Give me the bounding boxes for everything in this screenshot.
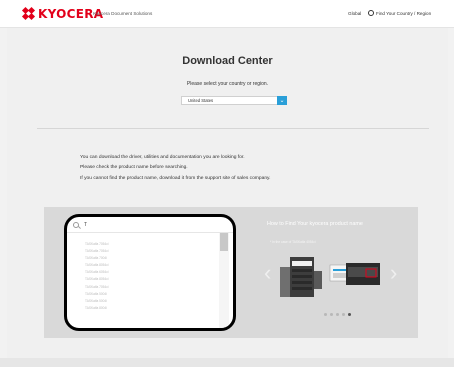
suggestion-list: TASKalfa 7054ci TASKalfa 7054ci TASKalfa… bbox=[85, 241, 225, 312]
download-center-main: Download Center Please select your count… bbox=[7, 28, 448, 358]
instructions: You can download the driver, utilities a… bbox=[80, 153, 270, 184]
country-select-value: United States bbox=[188, 98, 214, 103]
product-search-panel: T TASKalfa 7054ci TASKalfa 7054ci TASKal… bbox=[44, 207, 418, 338]
country-select-toggle[interactable]: ⌄ bbox=[277, 96, 287, 105]
promo-caption: * In the case of TASKalfa 4054ci bbox=[270, 240, 316, 244]
instruction-line: If you cannot find the product name, dow… bbox=[80, 175, 271, 181]
suggestion-scrollbar[interactable] bbox=[219, 233, 229, 328]
printer-label-illustration bbox=[280, 257, 380, 297]
instruction-line: Please check the product name before sea… bbox=[80, 165, 188, 171]
suggestion-item[interactable]: TASKalfa 7054ci bbox=[85, 284, 225, 291]
global-link[interactable]: Global bbox=[348, 11, 361, 16]
suggestion-item[interactable]: TASKalfa 7054ci bbox=[85, 248, 225, 255]
search-query: T bbox=[84, 221, 88, 228]
suggestion-item[interactable]: TASKalfa 5004i bbox=[85, 298, 225, 305]
suggestion-item[interactable]: TASKalfa 7054ci bbox=[85, 241, 225, 248]
country-select[interactable]: United States ⌄ bbox=[181, 96, 287, 105]
suggestion-item[interactable]: TASKalfa 8054ci bbox=[85, 262, 225, 269]
page-title: Download Center bbox=[182, 55, 273, 67]
suggestion-item[interactable]: TASKalfa 7004i bbox=[85, 255, 225, 262]
kyocera-logo[interactable]: KYOCERA bbox=[21, 6, 103, 21]
find-region-label: Find Your Country / Region bbox=[376, 10, 432, 16]
logo-mark-icon bbox=[21, 6, 36, 21]
carousel-dot[interactable] bbox=[330, 313, 333, 316]
carousel-dot[interactable] bbox=[342, 313, 345, 316]
suggestion-item[interactable]: TASKalfa 6054ci bbox=[85, 269, 225, 276]
chevron-down-icon: ⌄ bbox=[279, 97, 285, 104]
scrollbar-thumb[interactable] bbox=[220, 233, 228, 251]
company-tagline: Kyocera Document Solutions bbox=[93, 11, 153, 16]
carousel-dot[interactable] bbox=[336, 313, 339, 316]
footer-strip bbox=[0, 358, 454, 367]
promo-title: How to Find Your kyocera product name bbox=[267, 221, 363, 227]
suggestion-item[interactable]: TASKalfa 8054ci bbox=[85, 276, 225, 283]
product-search-box: T TASKalfa 7054ci TASKalfa 7054ci TASKal… bbox=[64, 214, 236, 331]
carousel-prev-icon[interactable]: ‹ bbox=[264, 262, 271, 284]
product-search-input[interactable]: T bbox=[67, 217, 233, 233]
search-icon bbox=[73, 221, 79, 228]
site-header: KYOCERA Kyocera Document Solutions Globa… bbox=[0, 0, 454, 28]
globe-icon bbox=[368, 10, 374, 16]
carousel-next-icon[interactable]: › bbox=[390, 262, 397, 284]
country-prompt: Please select your country or region. bbox=[186, 81, 269, 87]
carousel-dots bbox=[324, 313, 351, 316]
instruction-line: You can download the driver, utilities a… bbox=[80, 155, 245, 160]
suggestion-item[interactable]: TASKalfa 5004i bbox=[85, 291, 225, 298]
find-region-link[interactable]: Find Your Country / Region bbox=[368, 10, 431, 16]
suggestion-item[interactable]: TASKalfa 8004i bbox=[85, 305, 225, 312]
section-divider bbox=[37, 128, 429, 129]
carousel-dot-active[interactable] bbox=[348, 313, 351, 316]
carousel-dot[interactable] bbox=[324, 313, 327, 316]
